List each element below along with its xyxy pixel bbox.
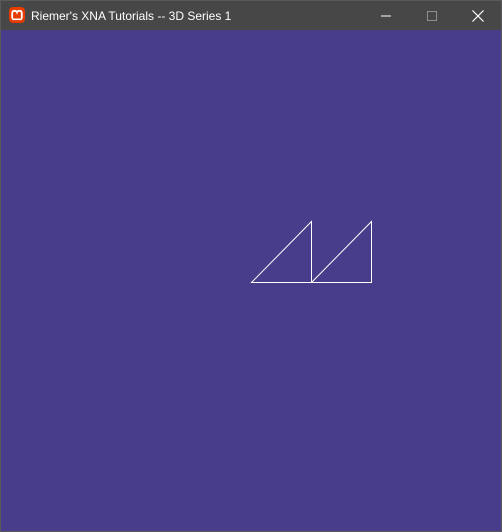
close-icon — [472, 9, 484, 22]
maximize-button[interactable] — [409, 1, 455, 30]
title-bar[interactable]: Riemer's XNA Tutorials -- 3D Series 1 — [1, 1, 501, 30]
close-button[interactable] — [455, 1, 501, 30]
game-viewport[interactable] — [1, 30, 501, 531]
scene-render — [250, 220, 372, 283]
minimize-button[interactable] — [363, 1, 409, 30]
window-title: Riemer's XNA Tutorials -- 3D Series 1 — [31, 9, 232, 23]
triangle-left — [250, 220, 312, 283]
minimize-icon — [381, 11, 391, 21]
triangle-right — [310, 220, 372, 283]
maximize-icon — [427, 10, 437, 21]
game-window: Riemer's XNA Tutorials -- 3D Series 1 — [0, 0, 502, 532]
monogame-logo-icon[interactable] — [9, 7, 25, 23]
